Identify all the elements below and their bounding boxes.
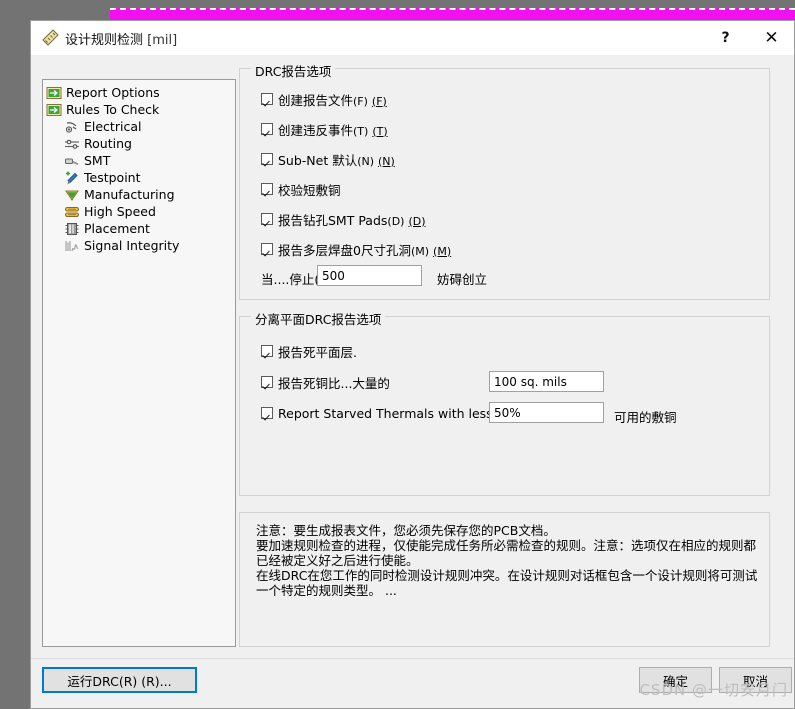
checkbox-create-report-file[interactable] [261,93,273,105]
ok-button[interactable]: 确定 [639,667,712,693]
sidebar-item-manufacturing[interactable]: Manufacturing [43,186,235,203]
checkbox-mnemonic: (M) [410,244,430,258]
checkbox-row-report-dead-plane-layers[interactable]: 报告死平面层. [261,341,761,361]
checkbox-label: 报告钻孔SMT Pads [278,212,388,228]
checkbox-label: 报告多层焊盘0尺寸孔洞 [278,242,411,258]
checkbox-row-report-zero-size-holes[interactable]: 报告多层焊盘0尺寸孔洞(M) (M) [261,239,761,259]
run-drc-button[interactable]: 运行DRC(R) (R)... [42,667,197,693]
sidebar-item-signal-integrity[interactable]: Signal Integrity [43,237,235,254]
signal-integrity-icon [65,240,79,251]
checkbox-label: 创建报告文件 [278,92,354,108]
drc-report-options-group: DRC报告选项 创建报告文件(F) (F) 创建违反事件(T) (T) Sub-… [239,61,770,300]
checkbox-row-report-drilled-smt-pads[interactable]: 报告钻孔SMT Pads(D) (D) [261,209,761,229]
sidebar-item-label: Placement [84,221,150,236]
title-bar: 设计规则检测 [mil] ? ✕ [31,21,794,55]
checkbox-sub-net-default[interactable] [261,153,273,165]
checkbox-accel: (T) [372,124,388,138]
sidebar-item-label: Routing [84,136,132,151]
sidebar-item-label: Electrical [84,119,142,134]
checkbox-label: 创建违反事件 [278,122,354,138]
sidebar-item-routing[interactable]: Routing [43,135,235,152]
testpoint-icon [66,171,78,184]
sidebar-item-label: Manufacturing [84,187,175,202]
sidebar-item-label: Signal Integrity [84,238,180,253]
checkbox-row-verify-shorted-copper[interactable]: 校验短敷铜 [261,179,761,199]
sidebar-item-report-options[interactable]: Report Options [43,84,235,101]
starved-thermals-suffix: 可用的敷铜 [614,410,677,425]
checkbox-report-starved-thermals[interactable] [261,407,273,419]
checkbox-mnemonic: (T) [353,124,369,138]
checkbox-create-violations[interactable] [261,123,273,135]
report-options-icon [46,86,62,99]
checkbox-label: 报告死平面层. [278,344,357,360]
checkbox-accel: (M) [433,244,452,258]
checkbox-label: Sub-Net 默认 [278,152,358,168]
help-button[interactable]: ? [703,21,748,54]
note-text: 注意：要生成报表文件，您必须先保存您的PCB文档。 要加速规则检查的进程，仅使能… [256,523,758,598]
cancel-button[interactable]: 取消 [719,667,792,693]
dead-copper-area-input[interactable]: 100 sq. mils [489,371,604,392]
checkbox-mnemonic: (N) [357,154,375,168]
high-speed-icon [65,206,79,217]
checkbox-label: 报告死铜比...大量的 [278,375,390,391]
sidebar-item-high-speed[interactable]: High Speed [43,203,235,220]
checkbox-row-create-report-file[interactable]: 创建报告文件(F) (F) [261,89,761,109]
sidebar-item-label: Rules To Check [66,102,160,117]
checkbox-accel: (D) [408,214,426,228]
electrical-icon [65,121,77,133]
close-icon[interactable]: ✕ [749,21,794,54]
sidebar-item-label: Report Options [66,85,160,100]
checkbox-mnemonic: (D) [387,214,405,228]
checkbox-accel: (N) [378,154,395,168]
stop-after-input[interactable]: 500 [317,265,422,286]
sidebar-item-rules-to-check[interactable]: Rules To Check [43,101,235,118]
checkbox-label: 校验短敷铜 [278,182,341,198]
split-plane-options-group: 分离平面DRC报告选项 报告死平面层. 报告死铜比...大量的 100 sq. … [239,309,770,496]
checkbox-label: Report Starved Thermals with less than [278,405,493,421]
dialog-footer: 运行DRC(R) (R)... 确定 取消 CSDN @一切安月门 [31,658,794,708]
sidebar-item-testpoint[interactable]: Testpoint [43,169,235,186]
checkbox-report-dead-plane-layers[interactable] [261,345,273,357]
window-title-unit: [mil] [147,33,178,48]
rules-to-check-icon [46,103,62,116]
ruler-icon [42,29,59,46]
sidebar-item-placement[interactable]: Placement [43,220,235,237]
sidebar-item-label: High Speed [84,204,156,219]
dialog-body: Report Options Rules To Check Electrical [31,54,794,659]
routing-icon [65,139,79,149]
checkbox-row-report-dead-copper[interactable]: 报告死铜比...大量的 100 sq. mils [261,371,761,394]
sidebar-item-label: SMT [84,153,111,168]
starved-thermals-input[interactable]: 50% [489,402,604,423]
checkbox-row-sub-net-default[interactable]: Sub-Net 默认(N) (N) [261,149,761,169]
checkbox-mnemonic: (F) [353,94,368,108]
checkbox-report-zero-size-holes[interactable] [261,243,273,255]
note-box: 注意：要生成报表文件，您必须先保存您的PCB文档。 要加速规则检查的进程，仅使能… [239,512,770,647]
checkbox-report-dead-copper[interactable] [261,376,273,388]
drc-dialog: 设计规则检测 [mil] ? ✕ Report Options Rules To… [30,20,795,709]
stop-after-row: 当....停止(B 500 妨碍创立 [261,265,761,289]
checkbox-accel: (F) [371,94,387,108]
options-pane: DRC报告选项 创建报告文件(F) (F) 创建违反事件(T) (T) Sub-… [239,61,782,647]
checkbox-verify-shorted-copper[interactable] [261,183,273,195]
navigation-tree[interactable]: Report Options Rules To Check Electrical [42,79,236,647]
sidebar-item-electrical[interactable]: Electrical [43,118,235,135]
checkbox-row-create-violations[interactable]: 创建违反事件(T) (T) [261,119,761,139]
manufacturing-icon [65,190,79,201]
window-title-text: 设计规则检测 [65,33,144,48]
split-plane-options-title: 分离平面DRC报告选项 [251,309,386,328]
checkbox-report-drilled-smt-pads[interactable] [261,213,273,225]
drc-report-options-title: DRC报告选项 [251,61,336,80]
placement-icon [65,222,79,235]
checkbox-row-report-starved-thermals[interactable]: Report Starved Thermals with less than 5… [261,402,761,425]
sidebar-item-smt[interactable]: SMT [43,152,235,169]
smt-icon [65,158,79,165]
sidebar-item-label: Testpoint [84,170,141,185]
stop-after-suffix: 妨碍创立 [437,272,488,287]
window-title: 设计规则检测 [mil] [65,29,177,48]
